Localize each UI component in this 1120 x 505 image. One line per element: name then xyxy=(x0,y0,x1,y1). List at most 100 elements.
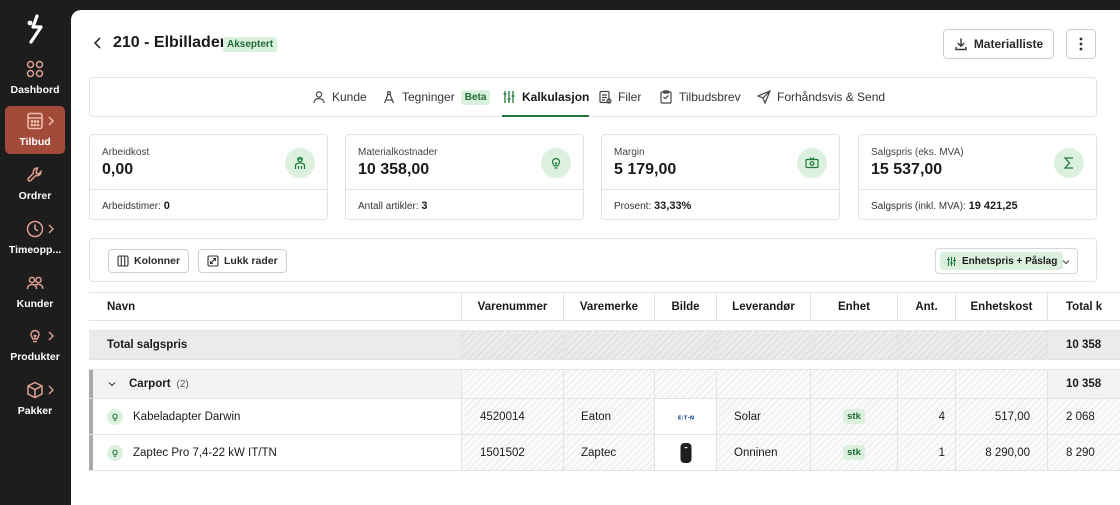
group-name-cell: Carport (2) xyxy=(89,370,461,398)
back-arrow-icon[interactable] xyxy=(91,36,105,50)
card-foot-value: 0 xyxy=(163,200,170,212)
users-icon xyxy=(26,276,44,290)
card-foot-value: 33,33% xyxy=(654,200,692,212)
sidebar-item-produkter[interactable]: Produkter xyxy=(5,321,65,369)
total-value: 10 358 xyxy=(1047,331,1120,359)
sidebar-item-dashbord[interactable]: Dashbord xyxy=(5,54,65,102)
table-header-row: Navn Varenummer Varemerke Bilde Leverand… xyxy=(89,292,1120,321)
group-total: 10 358 xyxy=(1047,370,1120,398)
materialliste-button[interactable]: Materialliste xyxy=(943,29,1054,59)
hatched-cell xyxy=(461,331,563,359)
tab-kunde[interactable]: Kunde xyxy=(312,78,367,116)
hatched-cell xyxy=(716,331,810,359)
tab-tilbudsbrev[interactable]: Tilbudsbrev xyxy=(659,78,741,116)
header-total[interactable]: Total k xyxy=(1047,293,1120,320)
sidebar-item-pakker[interactable]: Pakker xyxy=(5,375,65,423)
sidebar: Dashbord Tilbud Ordrer Timeopp... Kunder xyxy=(0,0,70,505)
sidebar-item-kunder[interactable]: Kunder xyxy=(5,268,65,316)
pricing-mode-label: Enhetspris + Påslag xyxy=(962,255,1058,267)
sidebar-item-label: Dashbord xyxy=(10,84,60,96)
group-row-carport[interactable]: Carport (2) 10 358 xyxy=(89,369,1120,399)
header-varemerke[interactable]: Varemerke xyxy=(563,293,654,320)
header-navn[interactable]: Navn xyxy=(89,293,461,320)
download-icon xyxy=(955,38,967,51)
item-total: 8 290 xyxy=(1047,435,1120,470)
header-enhet[interactable]: Enhet xyxy=(810,293,897,320)
sidebar-item-ordrer[interactable]: Ordrer xyxy=(5,160,65,208)
item-unit-cell: stk xyxy=(810,399,897,434)
item-unit-cost[interactable]: 517,00 xyxy=(955,399,1047,434)
header-leverandor[interactable]: Leverandør xyxy=(716,293,810,320)
sidebar-item-timeopp[interactable]: Timeopp... xyxy=(5,214,65,262)
kolonner-button[interactable]: Kolonner xyxy=(108,249,190,273)
card-value: 10 358,00 xyxy=(358,161,430,178)
more-options-button[interactable] xyxy=(1066,29,1096,59)
item-total: 2 068 xyxy=(1047,399,1120,434)
file-icon xyxy=(599,90,612,104)
sidebar-item-tilbud[interactable]: Tilbud xyxy=(5,106,65,154)
header-bilde[interactable]: Bilde xyxy=(654,293,716,320)
hatched-cell xyxy=(716,370,810,398)
sidebar-item-label: Timeopp... xyxy=(8,244,62,256)
item-unit-cost[interactable]: 8 290,00 xyxy=(955,435,1047,470)
chevron-right-icon xyxy=(48,116,54,126)
lightbulb-icon xyxy=(541,148,571,178)
lukk-rader-label: Lukk rader xyxy=(224,255,278,267)
total-label: Total salgspris xyxy=(107,339,188,351)
hatched-cell xyxy=(955,370,1047,398)
card-value: 15 537,00 xyxy=(871,161,943,178)
item-qty[interactable]: 1 xyxy=(897,435,955,470)
wrench-icon xyxy=(27,167,42,182)
item-name: Kabeladapter Darwin xyxy=(133,410,241,423)
sidebar-item-label: Tilbud xyxy=(19,136,51,148)
app-logo-icon[interactable] xyxy=(22,14,48,44)
header-ant[interactable]: Ant. xyxy=(897,293,955,320)
lukk-rader-button[interactable]: Lukk rader xyxy=(198,249,287,273)
hatched-cell xyxy=(897,331,955,359)
tab-forhandsvis-send[interactable]: Forhåndsvis & Send xyxy=(757,78,885,116)
header-enhetskost[interactable]: Enhetskost xyxy=(955,293,1047,320)
collapse-icon xyxy=(207,255,219,267)
tab-label: Kalkulasjon xyxy=(522,90,590,104)
hatched-cell xyxy=(810,370,897,398)
pricing-mode-select[interactable]: Enhetspris + Påslag xyxy=(935,248,1078,274)
card-label: Materialkostnader xyxy=(358,147,438,158)
hatched-cell xyxy=(897,370,955,398)
cash-icon xyxy=(797,148,827,178)
tab-label: Kunde xyxy=(332,90,367,104)
item-image-cell: E:T·N xyxy=(654,399,716,434)
sidebar-item-label: Pakker xyxy=(17,405,53,417)
total-row: Total salgspris 10 358 xyxy=(89,330,1120,360)
item-supplier: Solar xyxy=(716,399,810,434)
sidebar-item-label: Ordrer xyxy=(18,190,52,202)
tab-filer[interactable]: Filer xyxy=(598,78,641,116)
header-varenummer[interactable]: Varenummer xyxy=(461,293,563,320)
kebab-menu-icon xyxy=(1079,37,1083,51)
group-count: (2) xyxy=(176,378,189,390)
card-value: 0,00 xyxy=(102,161,134,178)
card-foot-value: 3 xyxy=(421,200,428,212)
tab-kalkulasjon[interactable]: Kalkulasjon xyxy=(502,78,590,117)
card-foot-label: Antall artikler: xyxy=(358,201,419,212)
card-footer: Antall artikler: 3 xyxy=(346,189,583,220)
chevron-down-icon[interactable] xyxy=(107,379,117,389)
materialliste-label: Materialliste xyxy=(973,37,1044,51)
item-brand: Zaptec xyxy=(563,435,654,470)
pricing-mode-value: Enhetspris + Påslag xyxy=(940,252,1064,270)
table-row[interactable]: Kabeladapter Darwin 4520014 Eaton E:T·N … xyxy=(89,399,1120,435)
tab-label: Tegninger xyxy=(402,90,455,104)
tab-label: Forhåndsvis & Send xyxy=(777,90,886,104)
eaton-logo-icon: E:T·N xyxy=(675,413,696,421)
main-panel: 210 - Elbillader Akseptert Materialliste… xyxy=(71,10,1120,505)
tab-label: Tilbudsbrev xyxy=(679,90,741,104)
status-badge: Akseptert xyxy=(223,37,278,52)
item-image-cell xyxy=(654,435,716,470)
card-salgspris: Salgspris (eks. MVA) 15 537,00 Salgspris… xyxy=(858,134,1097,220)
tab-label: Filer xyxy=(618,90,642,104)
table-row[interactable]: Zaptec Pro 7,4-22 kW IT/TN 1501502 Zapte… xyxy=(89,435,1120,471)
tab-tegninger[interactable]: Tegninger Beta xyxy=(382,78,491,116)
lightbulb-icon xyxy=(107,408,123,425)
item-name-cell: Zaptec Pro 7,4-22 kW IT/TN xyxy=(89,435,461,470)
item-qty[interactable]: 4 xyxy=(897,399,955,434)
table-toolbar: Kolonner Lukk rader Enhetspris + Påslag xyxy=(89,238,1097,282)
